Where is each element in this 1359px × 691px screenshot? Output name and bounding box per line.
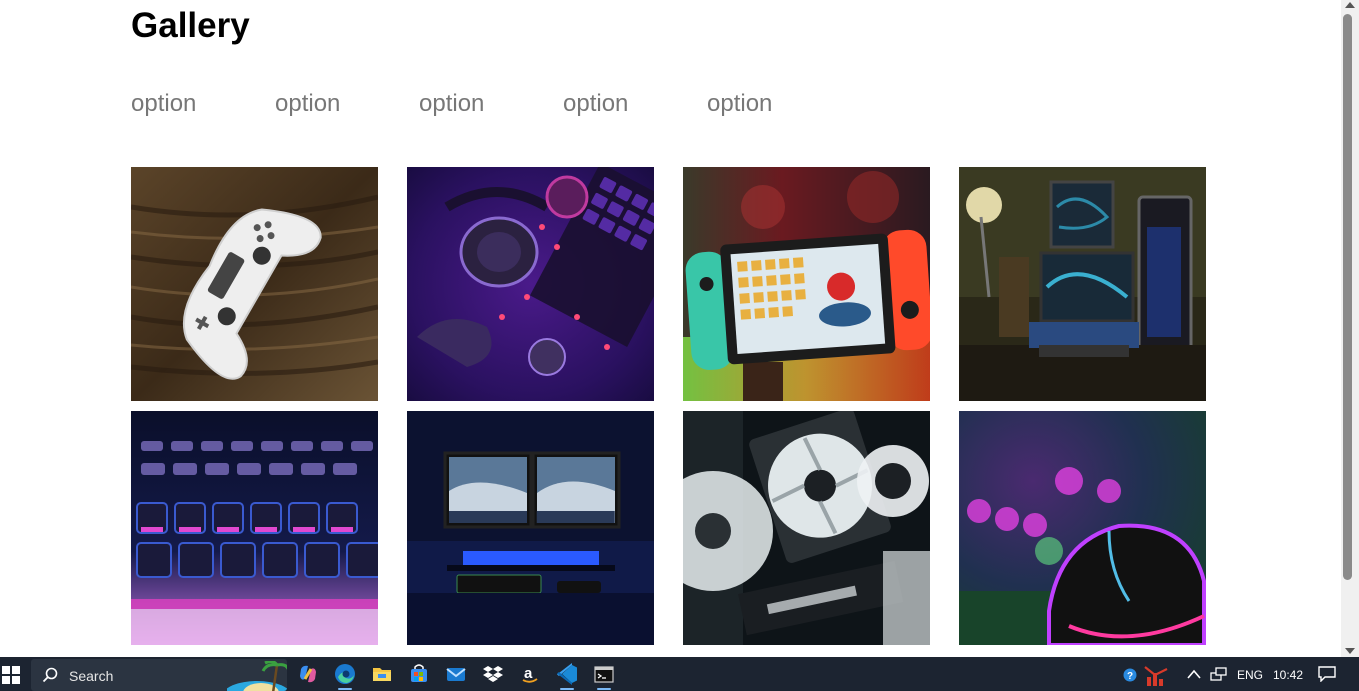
neon-headset-desk-image[interactable] [407, 167, 654, 401]
gamepad-on-wood-illustration [131, 167, 378, 401]
filter-option-1[interactable]: option [131, 89, 275, 119]
filter-option-3[interactable]: option [419, 89, 563, 119]
active-app-indicator [597, 688, 611, 690]
rgb-mouse-illustration [959, 411, 1206, 645]
rgb-keyboard-closeup-illustration [131, 411, 378, 645]
rgb-mouse-image[interactable] [959, 411, 1206, 645]
terminal-icon[interactable] [593, 663, 615, 685]
handheld-console-illustration [683, 167, 930, 401]
chevron-up-icon[interactable] [1187, 669, 1201, 679]
scroll-down-arrow-icon[interactable] [1345, 648, 1355, 654]
scrollbar-thumb[interactable] [1343, 14, 1352, 580]
gallery-page: Gallery option option option option opti… [0, 0, 1341, 657]
copilot-icon[interactable] [297, 663, 319, 685]
gallery-grid [131, 167, 1206, 645]
language-indicator[interactable]: ENG [1237, 668, 1263, 682]
dual-monitor-setup-illustration [407, 411, 654, 645]
taskbar-search-box[interactable]: Search [31, 659, 287, 691]
microsoft-store-icon[interactable] [408, 663, 430, 685]
svg-text:a: a [524, 665, 533, 682]
filter-option-2[interactable]: option [275, 89, 419, 119]
notification-icon[interactable] [1318, 666, 1336, 682]
help-icon[interactable]: ? [1123, 668, 1137, 682]
edge-browser-icon[interactable] [334, 663, 356, 685]
svg-text:?: ? [1127, 671, 1133, 682]
amazon-icon[interactable]: a [519, 663, 541, 685]
filter-options: option option option option option [131, 89, 851, 119]
scroll-up-arrow-icon[interactable] [1345, 2, 1355, 8]
page-title: Gallery [131, 6, 250, 45]
active-app-indicator [338, 688, 352, 690]
dual-monitor-setup-image[interactable] [407, 411, 654, 645]
file-explorer-icon[interactable] [371, 663, 393, 685]
mail-icon[interactable] [445, 663, 467, 685]
filter-option-5[interactable]: option [707, 89, 851, 119]
taskbar: Search a ? ENG 10:42 [0, 657, 1359, 691]
gamepad-on-wood-image[interactable] [131, 167, 378, 401]
handheld-console-image[interactable] [683, 167, 930, 401]
windows-start-icon[interactable] [2, 666, 20, 684]
clock[interactable]: 10:42 [1273, 668, 1303, 682]
neon-headset-desk-illustration [407, 167, 654, 401]
active-app-indicator [560, 688, 574, 690]
pc-fans-gpu-image[interactable] [683, 411, 930, 645]
beach-scene-icon [227, 661, 287, 691]
network-icon[interactable] [1210, 667, 1228, 681]
search-icon [42, 667, 58, 683]
dropbox-icon[interactable] [482, 663, 504, 685]
vertical-scrollbar[interactable] [1341, 0, 1359, 657]
gaming-setup-room-illustration [959, 167, 1206, 401]
filter-option-4[interactable]: option [563, 89, 707, 119]
pc-fans-gpu-illustration [683, 411, 930, 645]
vscode-icon[interactable] [556, 663, 578, 685]
rgb-keyboard-closeup-image[interactable] [131, 411, 378, 645]
performance-monitor-icon[interactable] [1143, 663, 1169, 687]
gaming-setup-room-image[interactable] [959, 167, 1206, 401]
search-label: Search [69, 668, 114, 684]
